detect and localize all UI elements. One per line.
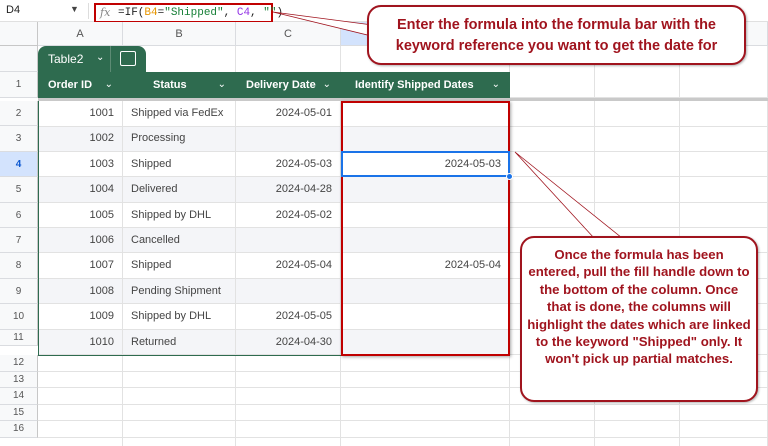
bottom-callout-pointer <box>514 151 624 239</box>
bottom-callout: Once the formula has been entered, pull … <box>520 236 758 402</box>
top-callout: Enter the formula into the formula bar w… <box>367 5 746 65</box>
